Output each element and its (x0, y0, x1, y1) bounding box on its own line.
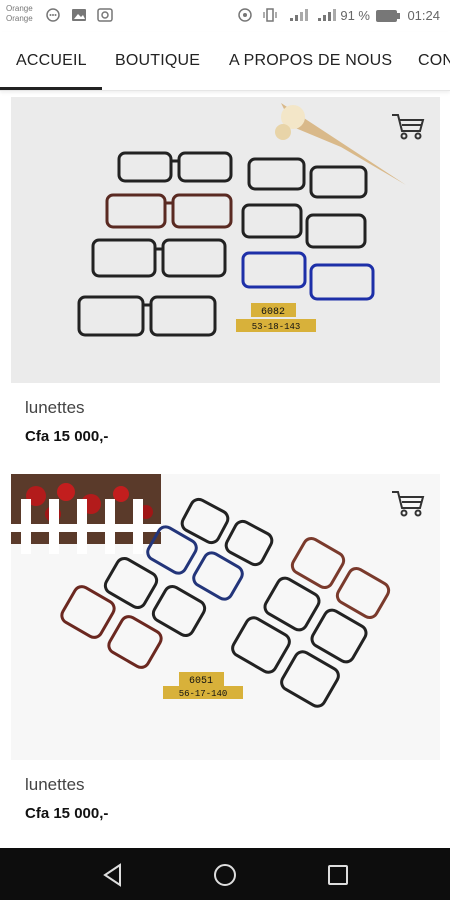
battery-icon (376, 10, 400, 22)
signal-2-icon (318, 9, 336, 21)
product-price-2: Cfa 15 000,- (25, 805, 109, 822)
signal-1-icon (290, 9, 308, 21)
tab-a-propos[interactable]: A PROPOS DE NOUS (229, 52, 392, 70)
tab-accueil[interactable]: ACCUEIL (16, 52, 87, 70)
model-tag-1: 6082 (261, 307, 285, 318)
carrier-1: Orange (6, 4, 33, 13)
size-tag-1: 53-18-143 (252, 322, 301, 332)
glasses-photo-1: 6082 53-18-143 (11, 97, 440, 383)
hotspot-icon (238, 8, 252, 22)
tab-boutique[interactable]: BOUTIQUE (115, 52, 200, 70)
gallery-icon (72, 9, 86, 21)
carrier-labels: Orange Orange (6, 4, 33, 24)
top-navigation: ACCUEIL BOUTIQUE A PROPOS DE NOUS CON (0, 32, 450, 91)
product-name-2[interactable]: lunettes (25, 775, 85, 795)
clock: 01:24 (407, 8, 440, 23)
tab-contact[interactable]: CON (418, 52, 450, 70)
chat-icon (46, 8, 60, 22)
home-circle-icon[interactable] (212, 862, 238, 888)
recent-square-icon[interactable] (325, 862, 351, 888)
add-to-cart-icon[interactable] (390, 111, 426, 141)
battery-percent: 91 % (340, 8, 370, 23)
system-navigation-bar (0, 848, 450, 900)
product-image-2[interactable]: 6051 56-17-140 (11, 474, 440, 760)
add-to-cart-icon[interactable] (390, 488, 426, 518)
size-tag-2: 56-17-140 (179, 689, 228, 699)
active-tab-indicator (0, 87, 102, 90)
back-triangle-icon[interactable] (100, 862, 126, 888)
glasses-photo-2: 6051 56-17-140 (11, 474, 440, 760)
carrier-2: Orange (6, 14, 33, 23)
vibrate-icon (263, 8, 277, 22)
model-tag-2: 6051 (189, 676, 213, 687)
product-image-1[interactable]: 6082 53-18-143 (11, 97, 440, 383)
product-name-1[interactable]: lunettes (25, 398, 85, 418)
camera-icon (97, 8, 113, 22)
product-price-1: Cfa 15 000,- (25, 428, 109, 445)
status-bar: Orange Orange 91 % 01:24 (0, 0, 450, 32)
